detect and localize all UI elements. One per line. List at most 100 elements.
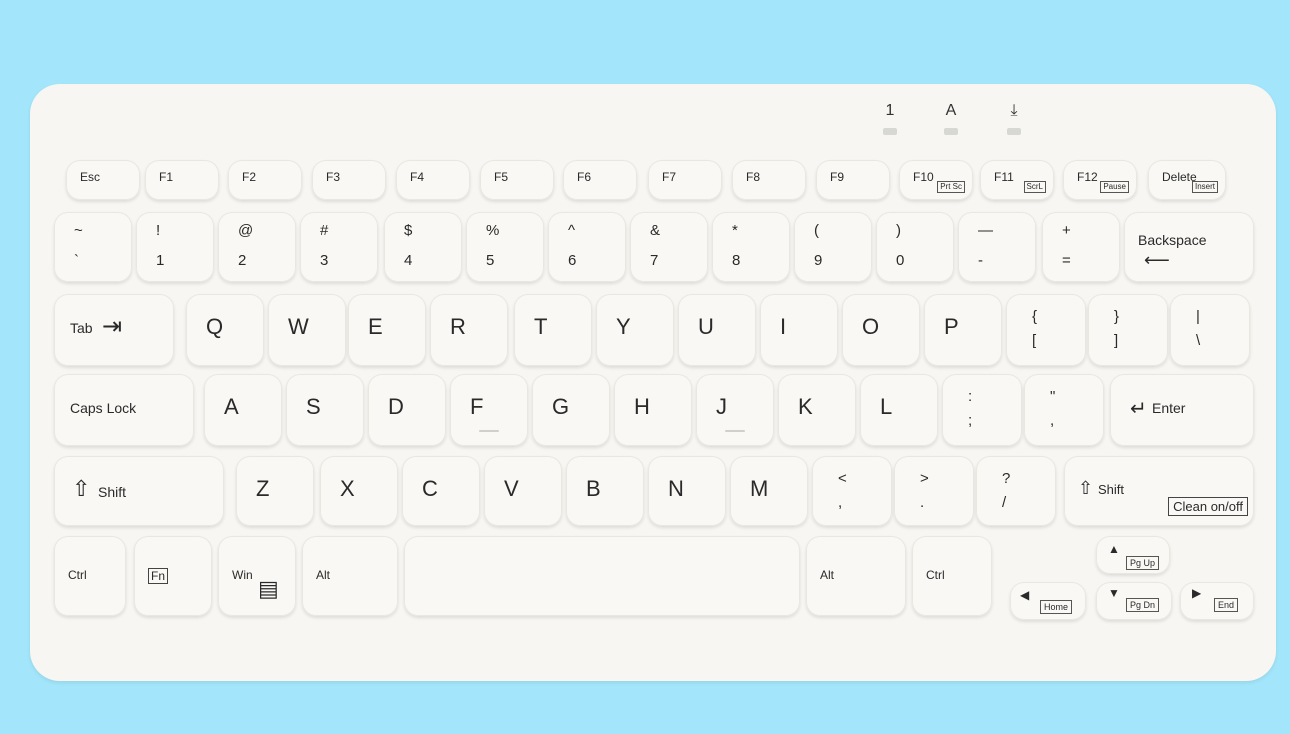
key-end[interactable]: ▶ End	[1180, 582, 1254, 620]
key-tab[interactable]: Tab ⇥	[54, 294, 174, 366]
key-num-1[interactable]: ! 1	[136, 212, 214, 282]
key-c[interactable]: C	[402, 456, 480, 526]
key-label: Q	[206, 314, 224, 339]
key-i[interactable]: I	[760, 294, 838, 366]
key-home[interactable]: ◀ Home	[1010, 582, 1086, 620]
key-punct-0[interactable]: :;	[942, 374, 1022, 446]
key-num-11[interactable]: — -	[958, 212, 1036, 282]
key-alt-right[interactable]: Alt	[806, 536, 906, 616]
key-bottom-label: 0	[896, 252, 905, 269]
key-g[interactable]: G	[532, 374, 610, 446]
key-win[interactable]: Win ▤	[218, 536, 296, 616]
key-h[interactable]: H	[614, 374, 692, 446]
key-p[interactable]: P	[924, 294, 1002, 366]
key-pgup[interactable]: ▲ Pg Up	[1096, 536, 1170, 574]
key-f10[interactable]: F10 Prt Sc	[899, 160, 973, 200]
key-r[interactable]: R	[430, 294, 508, 366]
key-top-label: $	[404, 222, 413, 239]
key-backspace[interactable]: Backspace ⟵	[1124, 212, 1254, 282]
key-x[interactable]: X	[320, 456, 398, 526]
key-space[interactable]	[404, 536, 800, 616]
scroll-lock-indicator: ⤓	[999, 102, 1029, 135]
key-label: R	[450, 314, 466, 339]
key-enter[interactable]: ↵ Enter	[1110, 374, 1254, 446]
home-bump	[479, 430, 499, 432]
key-label: S	[306, 394, 321, 419]
key-f11[interactable]: F11 ScrL	[980, 160, 1054, 200]
key-num-12[interactable]: + =	[1042, 212, 1120, 282]
key-f8[interactable]: F8	[732, 160, 806, 200]
key-num-0[interactable]: ~ `	[54, 212, 132, 282]
key-bottom-label: 2	[238, 252, 247, 269]
key-f[interactable]: F	[450, 374, 528, 446]
key-u[interactable]: U	[678, 294, 756, 366]
key-f2[interactable]: F2	[228, 160, 302, 200]
key-shift-right[interactable]: ⇧ Shift Clean on/off	[1064, 456, 1254, 526]
key-ctrl-right[interactable]: Ctrl	[912, 536, 992, 616]
keyboard: 1 A ⤓ Esc F1 F2 F3 F4 F5 F6 F7 F8 F9 F10 Prt Sc F11 S…	[30, 84, 1276, 681]
key-label: P	[944, 314, 959, 339]
key-f6[interactable]: F6	[563, 160, 637, 200]
key-shift-left[interactable]: ⇧ Shift	[54, 456, 224, 526]
key-num-3[interactable]: #3	[300, 212, 378, 282]
key-alt-left[interactable]: Alt	[302, 536, 398, 616]
left-arrow-icon: ⟵	[1144, 250, 1170, 270]
key-o[interactable]: O	[842, 294, 920, 366]
key-delete[interactable]: Delete Insert	[1148, 160, 1226, 200]
key-esc[interactable]: Esc	[66, 160, 140, 200]
key-bottom-label: 7	[650, 252, 659, 269]
key-f7[interactable]: F7	[648, 160, 722, 200]
key-bracket-0[interactable]: {[	[1006, 294, 1086, 366]
home-label: Home	[1040, 600, 1073, 614]
key-z[interactable]: Z	[236, 456, 314, 526]
key-m[interactable]: M	[730, 456, 808, 526]
key-num-10[interactable]: ) 0	[876, 212, 954, 282]
key-caps-lock[interactable]: Caps Lock	[54, 374, 194, 446]
key-f1[interactable]: F1	[145, 160, 219, 200]
key-num-5[interactable]: % 5	[466, 212, 544, 282]
key-f4[interactable]: F4	[396, 160, 470, 200]
key-bracket-2[interactable]: | \	[1170, 294, 1250, 366]
key-bracket-1[interactable]: }]	[1088, 294, 1168, 366]
key-punct-b-1[interactable]: >.	[894, 456, 974, 526]
key-label: F8	[746, 170, 761, 184]
key-num-7[interactable]: & 7	[630, 212, 708, 282]
key-a[interactable]: A	[204, 374, 282, 446]
key-label: F12	[1077, 170, 1098, 184]
key-fn[interactable]: Fn	[134, 536, 212, 616]
key-num-8[interactable]: * 8	[712, 212, 790, 282]
indicator-bar: 1 A ⤓	[30, 84, 1276, 144]
key-w[interactable]: W	[268, 294, 346, 366]
key-ctrl-left[interactable]: Ctrl	[54, 536, 126, 616]
pgdn-label: Pg Dn	[1126, 598, 1160, 612]
key-label: Shift	[1098, 482, 1125, 497]
key-t[interactable]: T	[514, 294, 592, 366]
key-n[interactable]: N	[648, 456, 726, 526]
key-f5[interactable]: F5	[480, 160, 554, 200]
key-d[interactable]: D	[368, 374, 446, 446]
key-b[interactable]: B	[566, 456, 644, 526]
key-k[interactable]: K	[778, 374, 856, 446]
key-bottom-label: ;	[968, 412, 973, 429]
key-q[interactable]: Q	[186, 294, 264, 366]
key-bottom-label: [	[1032, 332, 1037, 349]
key-num-9[interactable]: (9	[794, 212, 872, 282]
key-s[interactable]: S	[286, 374, 364, 446]
key-punct-1[interactable]: ",	[1024, 374, 1104, 446]
key-bottom-label: 3	[320, 252, 329, 269]
key-num-2[interactable]: @2	[218, 212, 296, 282]
key-num-6[interactable]: ^ 6	[548, 212, 626, 282]
key-l[interactable]: L	[860, 374, 938, 446]
key-punct-b-0[interactable]: <,	[812, 456, 892, 526]
key-punct-b-2[interactable]: ? /	[976, 456, 1056, 526]
key-f12[interactable]: F12 Pause	[1063, 160, 1137, 200]
key-pgdn[interactable]: ▼ Pg Dn	[1096, 582, 1172, 620]
key-v[interactable]: V	[484, 456, 562, 526]
key-f9[interactable]: F9	[816, 160, 890, 200]
key-label: H	[634, 394, 650, 419]
key-num-4[interactable]: $4	[384, 212, 462, 282]
key-j[interactable]: J	[696, 374, 774, 446]
key-y[interactable]: Y	[596, 294, 674, 366]
key-f3[interactable]: F3	[312, 160, 386, 200]
key-e[interactable]: E	[348, 294, 426, 366]
